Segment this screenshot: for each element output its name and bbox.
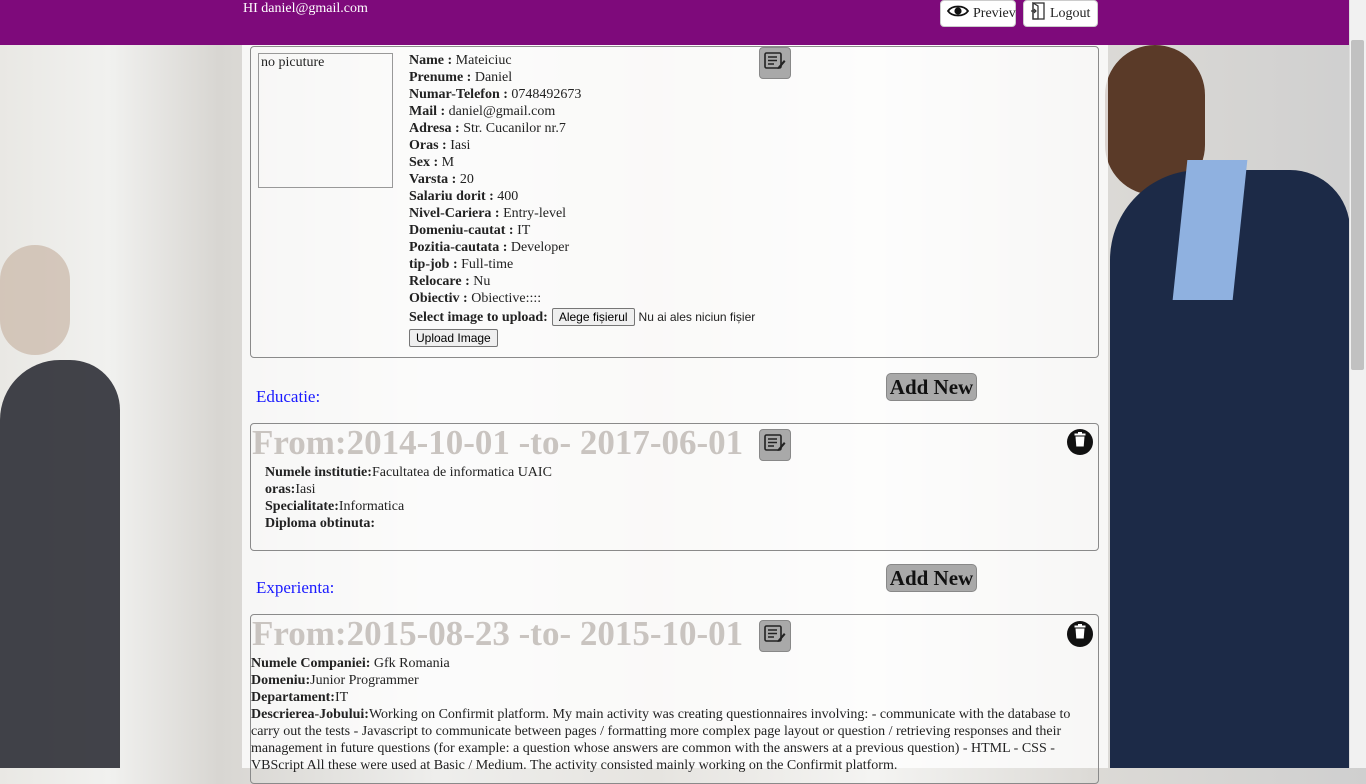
logout-icon <box>1030 1 1046 25</box>
file-status: Nu ai ales niciun fișier <box>638 309 756 324</box>
trash-icon <box>1074 624 1086 644</box>
profile-field: Pozitia-cautata : Developer <box>409 240 570 255</box>
top-bar: HI daniel@gmail.com Previev Logout <box>0 0 1349 45</box>
education-card: From:2014-10-01 -to- 2017-06-01 Numele i… <box>250 423 1099 551</box>
edit-notes-icon <box>764 624 786 649</box>
profile-field: Nivel-Cariera : Entry-level <box>409 206 567 221</box>
education-field: Diploma obtinuta: <box>265 516 376 531</box>
profile-field: Salariu dorit : 400 <box>409 189 519 204</box>
profile-field: Numar-Telefon : 0748492673 <box>409 87 582 102</box>
preview-label: Previev <box>973 5 1016 21</box>
logout-label: Logout <box>1050 5 1091 21</box>
edit-notes-icon <box>764 51 786 76</box>
profile-field: Adresa : Str. Cucanilor nr.7 <box>409 121 566 136</box>
preview-button[interactable]: Previev <box>940 0 1016 27</box>
experience-field: Departament:IT <box>251 690 349 705</box>
page-scrollbar[interactable] <box>1349 0 1366 768</box>
experience-field: Descrierea-Jobului:Working on Confirmit … <box>251 707 1071 773</box>
profile-field: Varsta : 20 <box>409 172 474 187</box>
profile-field: Domeniu-cautat : IT <box>409 223 531 238</box>
profile-field: Relocare : Nu <box>409 274 491 289</box>
profile-field: Mail : daniel@gmail.com <box>409 104 556 119</box>
photo-alt-text: no picuture <box>261 55 325 70</box>
experience-field: Numele Companiei: Gfk Romania <box>251 656 450 671</box>
upload-label: Select image to upload: <box>409 309 548 325</box>
add-experience-button[interactable]: Add New <box>886 564 977 592</box>
profile-field: Prenume : Daniel <box>409 70 513 85</box>
edit-education-button[interactable] <box>759 429 791 461</box>
logout-button[interactable]: Logout <box>1023 0 1098 27</box>
upload-row: Select image to upload: Alege fișierul N… <box>409 308 755 326</box>
profile-field: tip-job : Full-time <box>409 257 514 272</box>
education-field: oras:Iasi <box>265 482 316 497</box>
background-person-left-head <box>0 245 70 355</box>
experience-fields: Numele Companiei: Gfk Romania Domeniu:Ju… <box>251 655 1096 774</box>
cv-content: no picuture Name : Mateiciuc Prenume : D… <box>242 45 1108 784</box>
education-fields: Numele institutie:Facultatea de informat… <box>265 464 552 532</box>
profile-fields: Name : Mateiciuc Prenume : Daniel Numar-… <box>409 52 755 347</box>
scrollbar-thumb[interactable] <box>1351 40 1364 370</box>
experience-field: Domeniu:Junior Programmer <box>251 673 419 688</box>
profile-field: Sex : M <box>409 155 455 170</box>
profile-photo: no picuture <box>258 53 393 188</box>
delete-education-button[interactable] <box>1067 429 1093 455</box>
user-greeting: HI daniel@gmail.com <box>243 1 368 16</box>
education-period: From:2014-10-01 -to- 2017-06-01 <box>252 423 744 462</box>
education-field: Numele institutie:Facultatea de informat… <box>265 465 552 480</box>
edit-notes-icon <box>764 433 786 458</box>
profile-card: no picuture Name : Mateiciuc Prenume : D… <box>250 46 1099 358</box>
choose-file-button[interactable]: Alege fișierul <box>551 308 635 326</box>
experience-card: From:2015-08-23 -to- 2015-10-01 Numele C… <box>250 614 1099 784</box>
eye-icon <box>946 4 970 23</box>
profile-field: Oras : Iasi <box>409 138 471 153</box>
edit-profile-button[interactable] <box>759 47 791 79</box>
edit-experience-button[interactable] <box>759 620 791 652</box>
add-education-button[interactable]: Add New <box>886 373 977 401</box>
trash-icon <box>1074 432 1086 452</box>
delete-experience-button[interactable] <box>1067 621 1093 647</box>
experience-period: From:2015-08-23 -to- 2015-10-01 <box>252 614 744 653</box>
profile-field: Obiectiv : Obiective:::: <box>409 291 542 306</box>
experience-section-title: Experienta: <box>256 578 335 597</box>
profile-field: Name : Mateiciuc <box>409 53 512 68</box>
education-field: Specialitate:Informatica <box>265 499 405 514</box>
upload-image-button[interactable]: Upload Image <box>409 329 498 347</box>
background-person-left <box>0 360 120 768</box>
education-section-title: Educatie: <box>256 387 321 406</box>
